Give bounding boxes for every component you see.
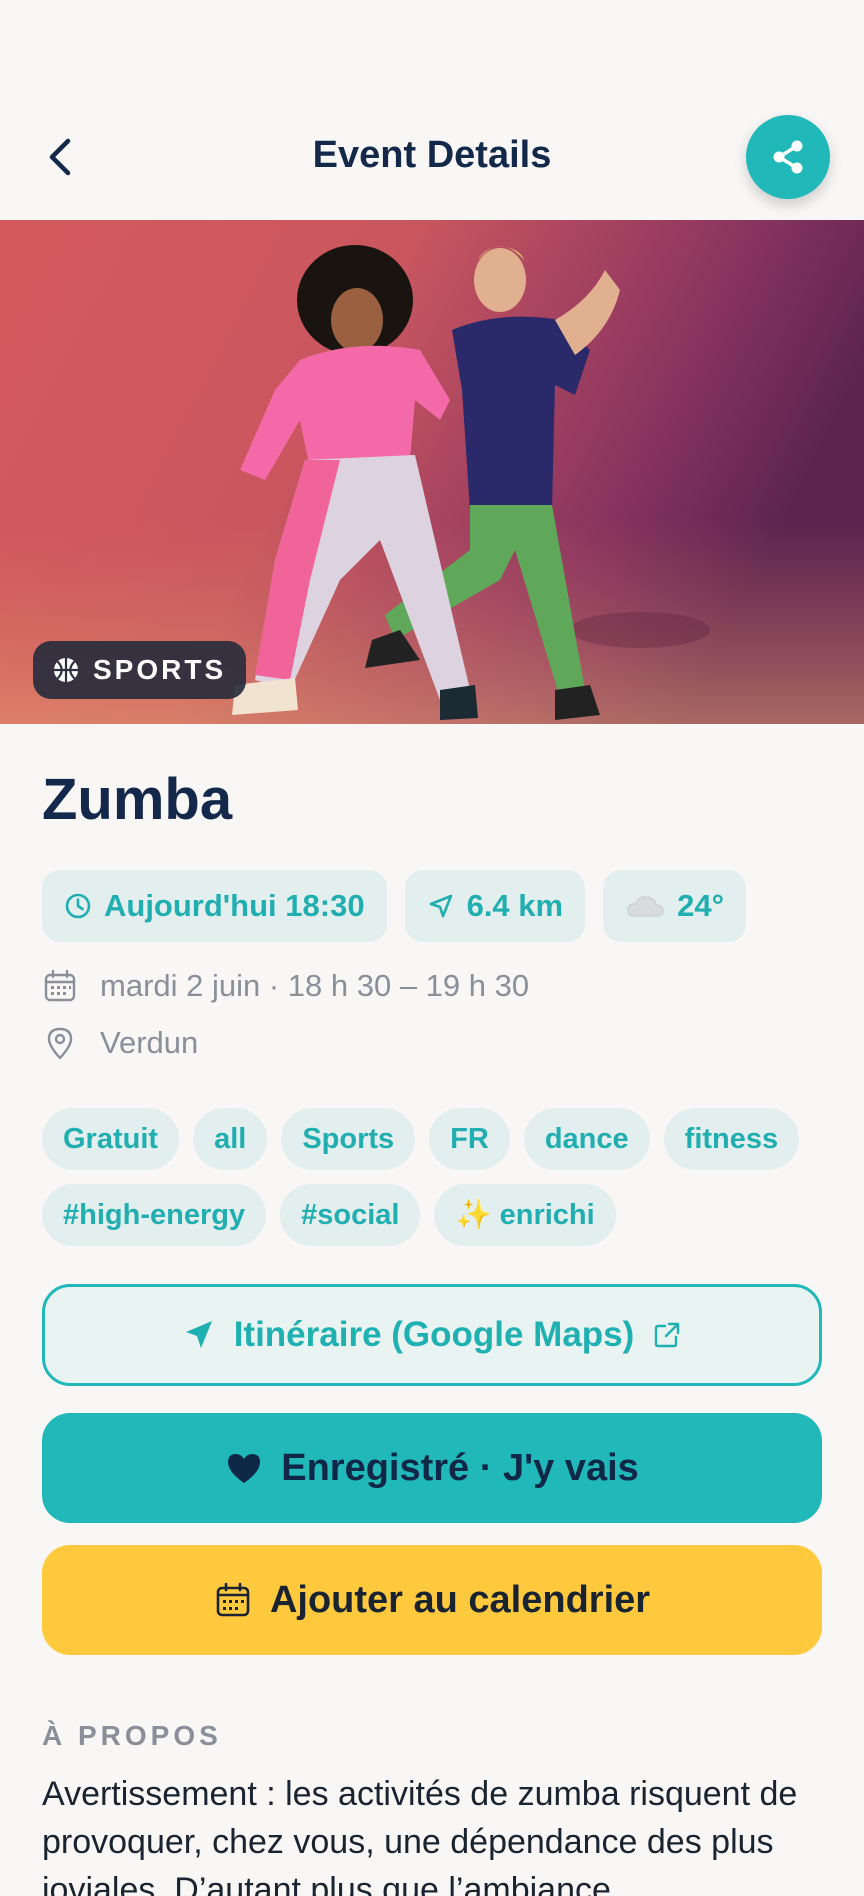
cloud-icon — [627, 896, 664, 917]
header: Event Details — [0, 0, 864, 220]
tag-chip[interactable]: #high-energy — [42, 1184, 267, 1246]
tag-list: Gratuit all Sports FR dance fitness #hig… — [42, 1108, 832, 1246]
calendar-icon — [44, 969, 76, 1002]
calendar-icon — [216, 1582, 250, 1617]
event-details-screen: Event Details SPORTS Zumba Aujourd'hui 1… — [0, 0, 864, 1896]
tag-chip[interactable]: dance — [523, 1108, 650, 1170]
tag-chip[interactable]: Sports — [281, 1108, 416, 1170]
directions-label: Itinéraire (Google Maps) — [233, 1315, 635, 1354]
heart-icon — [228, 1454, 261, 1483]
event-location: Verdun — [100, 1025, 199, 1060]
saved-going-label: Enregistré · J'y vais — [281, 1446, 639, 1489]
event-title: Zumba — [42, 767, 233, 832]
time-chip: Aujourd'hui 18:30 — [42, 870, 387, 942]
about-heading: À PROPOS — [42, 1720, 222, 1751]
page-title: Event Details — [312, 134, 552, 176]
event-date: mardi 2 juin · 18 h 30 – 19 h 30 — [100, 968, 530, 1003]
tag-chip[interactable]: FR — [429, 1108, 510, 1170]
tag-chip[interactable]: all — [193, 1108, 268, 1170]
tag-chip[interactable]: ✨ enrichi — [434, 1184, 616, 1246]
tag-chip[interactable]: fitness — [663, 1108, 800, 1170]
event-stats: Aujourd'hui 18:30 6.4 km 24° — [42, 870, 746, 942]
saved-going-button[interactable]: Enregistré · J'y vais — [42, 1413, 822, 1523]
directions-button[interactable]: Itinéraire (Google Maps) — [42, 1284, 822, 1386]
navigation-arrow-icon — [429, 894, 452, 918]
navigation-arrow-icon — [185, 1321, 212, 1348]
event-date-line: mardi 2 juin · 18 h 30 – 19 h 30 — [42, 968, 529, 1004]
share-icon — [773, 140, 803, 174]
category-label: SPORTS — [93, 654, 227, 685]
basketball-icon — [54, 658, 78, 682]
weather-chip: 24° — [603, 870, 746, 942]
clock-icon — [65, 893, 91, 919]
external-link-icon — [655, 1322, 680, 1348]
event-location-line: Verdun — [42, 1025, 198, 1061]
tag-chip[interactable]: Gratuit — [42, 1108, 180, 1170]
tag-chip[interactable]: #social — [280, 1184, 421, 1246]
distance-chip: 6.4 km — [404, 870, 586, 942]
add-to-calendar-button[interactable]: Ajouter au calendrier — [42, 1545, 822, 1655]
about-description: Avertissement : les activités de zumba r… — [42, 1775, 798, 1896]
category-badge: SPORTS — [33, 641, 247, 699]
share-button[interactable] — [746, 115, 830, 199]
location-pin-icon — [47, 1027, 73, 1060]
add-to-calendar-label: Ajouter au calendrier — [269, 1578, 651, 1621]
